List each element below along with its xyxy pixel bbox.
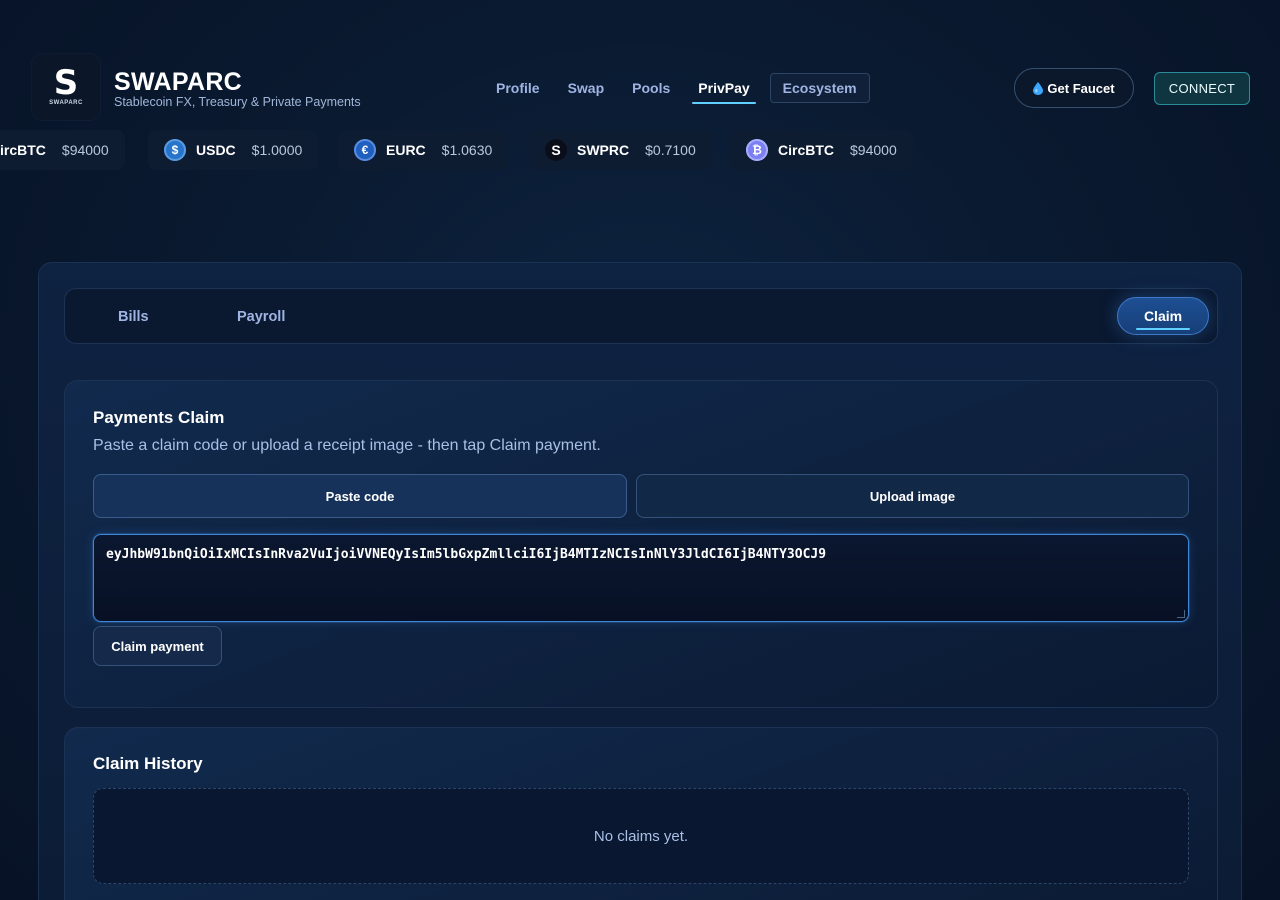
claim-history-card: Claim History No claims yet. <box>64 727 1218 900</box>
ticker-price: $1.0000 <box>251 142 303 158</box>
ticker-symbol: CircBTC <box>778 142 835 158</box>
nav-profile[interactable]: Profile <box>482 73 554 103</box>
ticker-item: $ USDC $1.0000 <box>148 130 319 170</box>
water-drop-icon <box>1033 81 1044 95</box>
card-description: Paste a claim code or upload a receipt i… <box>93 437 601 454</box>
get-faucet-button[interactable]: Get Faucet <box>1014 68 1134 108</box>
ticker-symbol: USDC <box>196 142 236 158</box>
ticker-symbol: SWPRC <box>577 142 630 158</box>
brand-logo[interactable]: S SWAPARC <box>32 54 100 120</box>
swprc-coin-icon: S <box>545 139 567 161</box>
price-ticker: ircBTC $94000 $ USDC $1.0000 € EURC $1.0… <box>0 130 1280 170</box>
tab-payroll[interactable]: Payroll <box>237 289 285 345</box>
empty-state: No claims yet. <box>93 788 1189 884</box>
logo-wordmark: SWAPARC <box>49 100 83 106</box>
ticker-price: $94000 <box>61 142 109 158</box>
usdc-coin-icon: $ <box>164 139 186 161</box>
brand-subtitle: Stablecoin FX, Treasury & Private Paymen… <box>114 95 361 109</box>
card-title: Claim History <box>93 754 203 773</box>
logo-letter: S <box>53 63 79 103</box>
claim-code-value: eyJhbW91bnQiOiIxMCIsInRva2VuIjoiVVNEQyIs… <box>106 547 827 562</box>
privpay-tabs: Bills Payroll Claim <box>64 288 1218 344</box>
ticker-item: ₿ CircBTC $94000 <box>730 130 913 170</box>
card-title: Payments Claim <box>93 408 225 427</box>
ticker-price: $0.7100 <box>645 142 696 158</box>
ticker-symbol: ircBTC <box>0 142 46 158</box>
ticker-item: € EURC $1.0630 <box>338 130 509 170</box>
ticker-symbol: EURC <box>386 142 426 158</box>
nav-pools[interactable]: Pools <box>618 73 684 103</box>
ticker-price: $94000 <box>850 142 897 158</box>
eurc-coin-icon: € <box>354 139 376 161</box>
bitcoin-coin-icon: ₿ <box>746 139 768 161</box>
empty-state-text: No claims yet. <box>593 827 689 845</box>
nav-swap[interactable]: Swap <box>554 73 619 103</box>
claim-code-textarea[interactable]: eyJhbW91bnQiOiIxMCIsInRva2VuIjoiVVNEQyIs… <box>93 534 1189 622</box>
ticker-price: $1.0630 <box>441 142 493 158</box>
get-faucet-label: Get Faucet <box>1047 80 1115 96</box>
brand-title: SWAPARC <box>114 68 243 96</box>
payments-claim-card: Payments Claim Paste a claim code or upl… <box>64 380 1218 708</box>
claim-payment-button[interactable]: Claim payment <box>93 626 222 666</box>
upload-image-button[interactable]: Upload image <box>636 474 1189 518</box>
ticker-item: ircBTC $94000 <box>0 130 125 170</box>
ticker-item: S SWPRC $0.7100 <box>529 130 712 170</box>
connect-button[interactable]: CONNECT <box>1154 72 1250 105</box>
privpay-panel: Bills Payroll Claim Payments Claim Paste… <box>38 262 1242 900</box>
main-nav: Profile Swap Pools PrivPay Ecosystem <box>482 72 870 104</box>
nav-privpay[interactable]: PrivPay <box>684 73 763 104</box>
tab-bills[interactable]: Bills <box>118 289 149 345</box>
paste-code-button[interactable]: Paste code <box>93 474 627 518</box>
tab-claim[interactable]: Claim <box>1117 297 1209 335</box>
resize-handle-icon[interactable] <box>1177 610 1185 618</box>
nav-ecosystem[interactable]: Ecosystem <box>769 73 870 103</box>
